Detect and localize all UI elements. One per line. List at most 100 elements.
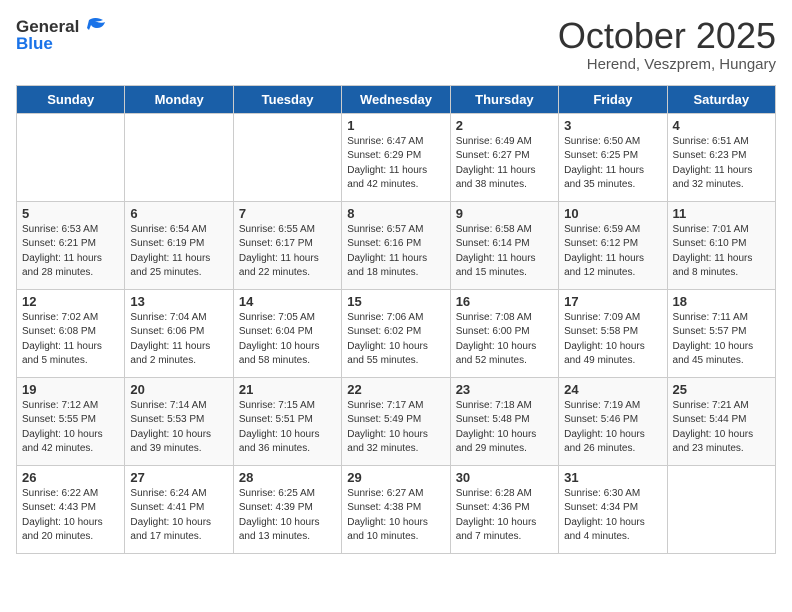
- day-number: 13: [130, 294, 227, 309]
- day-number: 14: [239, 294, 336, 309]
- day-number: 22: [347, 382, 444, 397]
- day-number: 10: [564, 206, 661, 221]
- day-number: 9: [456, 206, 553, 221]
- calendar-cell: 2 Sunrise: 6:49 AM Sunset: 6:27 PM Daylig…: [450, 113, 558, 201]
- calendar-cell: [667, 465, 775, 553]
- calendar-cell: 8Sunrise: 6:57 AM Sunset: 6:16 PM Daylig…: [342, 201, 450, 289]
- day-number: 23: [456, 382, 553, 397]
- cell-details: Sunrise: 7:01 AM Sunset: 6:10 PM Dayligh…: [673, 223, 770, 281]
- day-number: 5: [22, 206, 119, 221]
- day-number: 4: [673, 118, 770, 133]
- cell-details: Sunrise: 6:30 AM Sunset: 4:34 PM Dayligh…: [564, 487, 661, 545]
- day-number: 7: [239, 206, 336, 221]
- calendar-cell: 6 Sunrise: 6:54 AM Sunset: 6:19 PM Daylig…: [125, 201, 233, 289]
- cell-details: Sunrise: 6:25 AM Sunset: 4:39 PM Dayligh…: [239, 487, 336, 545]
- calendar-cell: 4 Sunrise: 6:51 AM Sunset: 6:23 PM Daylig…: [667, 113, 775, 201]
- day-number: 24: [564, 382, 661, 397]
- day-header-sunday: Sunday: [17, 85, 125, 113]
- calendar-cell: [17, 113, 125, 201]
- calendar-cell: 22 Sunrise: 7:17 AM Sunset: 5:49 PM Dayli…: [342, 377, 450, 465]
- calendar-cell: 28 Sunrise: 6:25 AM Sunset: 4:39 PM Dayli…: [233, 465, 341, 553]
- cell-details: Sunrise: 7:14 AM Sunset: 5:53 PM Dayligh…: [130, 399, 227, 457]
- header: General Blue October 2025 Herend, Veszpr…: [16, 16, 776, 73]
- day-number: 1: [347, 118, 444, 133]
- calendar-cell: 3 Sunrise: 6:50 AM Sunset: 6:25 PM Daylig…: [559, 113, 667, 201]
- cell-details: Sunrise: 6:28 AM Sunset: 4:36 PM Dayligh…: [456, 487, 553, 545]
- cell-details: Sunrise: 6:27 AM Sunset: 4:38 PM Dayligh…: [347, 487, 444, 545]
- cell-details: Sunrise: 7:11 AM Sunset: 5:57 PM Dayligh…: [673, 311, 770, 369]
- cell-details: Sunrise: 6:50 AM Sunset: 6:25 PM Dayligh…: [564, 135, 661, 193]
- calendar-cell: [233, 113, 341, 201]
- week-row-4: 19 Sunrise: 7:12 AM Sunset: 5:55 PM Dayli…: [17, 377, 776, 465]
- calendar-cell: 11 Sunrise: 7:01 AM Sunset: 6:10 PM Dayli…: [667, 201, 775, 289]
- cell-details: Sunrise: 7:02 AM Sunset: 6:08 PM Dayligh…: [22, 311, 119, 369]
- logo-bird-icon: [81, 16, 107, 38]
- cell-details: Sunrise: 7:08 AM Sunset: 6:00 PM Dayligh…: [456, 311, 553, 369]
- calendar-cell: 7 Sunrise: 6:55 AM Sunset: 6:17 PM Daylig…: [233, 201, 341, 289]
- day-number: 28: [239, 470, 336, 485]
- day-number: 11: [673, 206, 770, 221]
- cell-details: Sunrise: 6:49 AM Sunset: 6:27 PM Dayligh…: [456, 135, 553, 193]
- calendar-cell: 26Sunrise: 6:22 AM Sunset: 4:43 PM Dayli…: [17, 465, 125, 553]
- calendar-cell: 24 Sunrise: 7:19 AM Sunset: 5:46 PM Dayli…: [559, 377, 667, 465]
- calendar-cell: 13 Sunrise: 7:04 AM Sunset: 6:06 PM Dayli…: [125, 289, 233, 377]
- day-number: 16: [456, 294, 553, 309]
- calendar-cell: 20Sunrise: 7:14 AM Sunset: 5:53 PM Dayli…: [125, 377, 233, 465]
- cell-details: Sunrise: 7:17 AM Sunset: 5:49 PM Dayligh…: [347, 399, 444, 457]
- location-title: Herend, Veszprem, Hungary: [558, 56, 776, 73]
- calendar-table: SundayMondayTuesdayWednesdayThursdayFrid…: [16, 85, 776, 554]
- week-row-2: 5Sunrise: 6:53 AM Sunset: 6:21 PM Daylig…: [17, 201, 776, 289]
- calendar-cell: 25 Sunrise: 7:21 AM Sunset: 5:44 PM Dayli…: [667, 377, 775, 465]
- calendar-cell: 5Sunrise: 6:53 AM Sunset: 6:21 PM Daylig…: [17, 201, 125, 289]
- day-number: 26: [22, 470, 119, 485]
- day-number: 18: [673, 294, 770, 309]
- calendar-cell: 18 Sunrise: 7:11 AM Sunset: 5:57 PM Dayli…: [667, 289, 775, 377]
- cell-details: Sunrise: 7:18 AM Sunset: 5:48 PM Dayligh…: [456, 399, 553, 457]
- calendar-cell: 10 Sunrise: 6:59 AM Sunset: 6:12 PM Dayli…: [559, 201, 667, 289]
- week-row-1: 1 Sunrise: 6:47 AM Sunset: 6:29 PM Daylig…: [17, 113, 776, 201]
- title-area: October 2025 Herend, Veszprem, Hungary: [558, 16, 776, 73]
- day-number: 27: [130, 470, 227, 485]
- day-number: 31: [564, 470, 661, 485]
- cell-details: Sunrise: 6:47 AM Sunset: 6:29 PM Dayligh…: [347, 135, 444, 193]
- calendar-cell: 12 Sunrise: 7:02 AM Sunset: 6:08 PM Dayli…: [17, 289, 125, 377]
- cell-details: Sunrise: 7:05 AM Sunset: 6:04 PM Dayligh…: [239, 311, 336, 369]
- day-number: 3: [564, 118, 661, 133]
- calendar-cell: [125, 113, 233, 201]
- day-number: 6: [130, 206, 227, 221]
- day-number: 19: [22, 382, 119, 397]
- calendar-cell: 31 Sunrise: 6:30 AM Sunset: 4:34 PM Dayli…: [559, 465, 667, 553]
- cell-details: Sunrise: 6:51 AM Sunset: 6:23 PM Dayligh…: [673, 135, 770, 193]
- cell-details: Sunrise: 7:15 AM Sunset: 5:51 PM Dayligh…: [239, 399, 336, 457]
- calendar-cell: 30 Sunrise: 6:28 AM Sunset: 4:36 PM Dayli…: [450, 465, 558, 553]
- calendar-cell: 16 Sunrise: 7:08 AM Sunset: 6:00 PM Dayli…: [450, 289, 558, 377]
- day-number: 8: [347, 206, 444, 221]
- logo: General Blue: [16, 16, 107, 54]
- day-header-thursday: Thursday: [450, 85, 558, 113]
- day-number: 25: [673, 382, 770, 397]
- logo-blue-text: Blue: [16, 34, 53, 54]
- calendar-cell: 17Sunrise: 7:09 AM Sunset: 5:58 PM Dayli…: [559, 289, 667, 377]
- cell-details: Sunrise: 7:21 AM Sunset: 5:44 PM Dayligh…: [673, 399, 770, 457]
- day-number: 12: [22, 294, 119, 309]
- day-header-saturday: Saturday: [667, 85, 775, 113]
- day-number: 30: [456, 470, 553, 485]
- calendar-cell: 1 Sunrise: 6:47 AM Sunset: 6:29 PM Daylig…: [342, 113, 450, 201]
- cell-details: Sunrise: 6:54 AM Sunset: 6:19 PM Dayligh…: [130, 223, 227, 281]
- day-header-friday: Friday: [559, 85, 667, 113]
- calendar-cell: 14 Sunrise: 7:05 AM Sunset: 6:04 PM Dayli…: [233, 289, 341, 377]
- cell-details: Sunrise: 6:55 AM Sunset: 6:17 PM Dayligh…: [239, 223, 336, 281]
- calendar-cell: 15Sunrise: 7:06 AM Sunset: 6:02 PM Dayli…: [342, 289, 450, 377]
- calendar-cell: 23 Sunrise: 7:18 AM Sunset: 5:48 PM Dayli…: [450, 377, 558, 465]
- cell-details: Sunrise: 7:19 AM Sunset: 5:46 PM Dayligh…: [564, 399, 661, 457]
- cell-details: Sunrise: 7:04 AM Sunset: 6:06 PM Dayligh…: [130, 311, 227, 369]
- day-number: 21: [239, 382, 336, 397]
- cell-details: Sunrise: 7:12 AM Sunset: 5:55 PM Dayligh…: [22, 399, 119, 457]
- day-header-monday: Monday: [125, 85, 233, 113]
- day-header-wednesday: Wednesday: [342, 85, 450, 113]
- day-number: 29: [347, 470, 444, 485]
- cell-details: Sunrise: 6:59 AM Sunset: 6:12 PM Dayligh…: [564, 223, 661, 281]
- month-title: October 2025: [558, 16, 776, 56]
- cell-details: Sunrise: 7:06 AM Sunset: 6:02 PM Dayligh…: [347, 311, 444, 369]
- day-number: 2: [456, 118, 553, 133]
